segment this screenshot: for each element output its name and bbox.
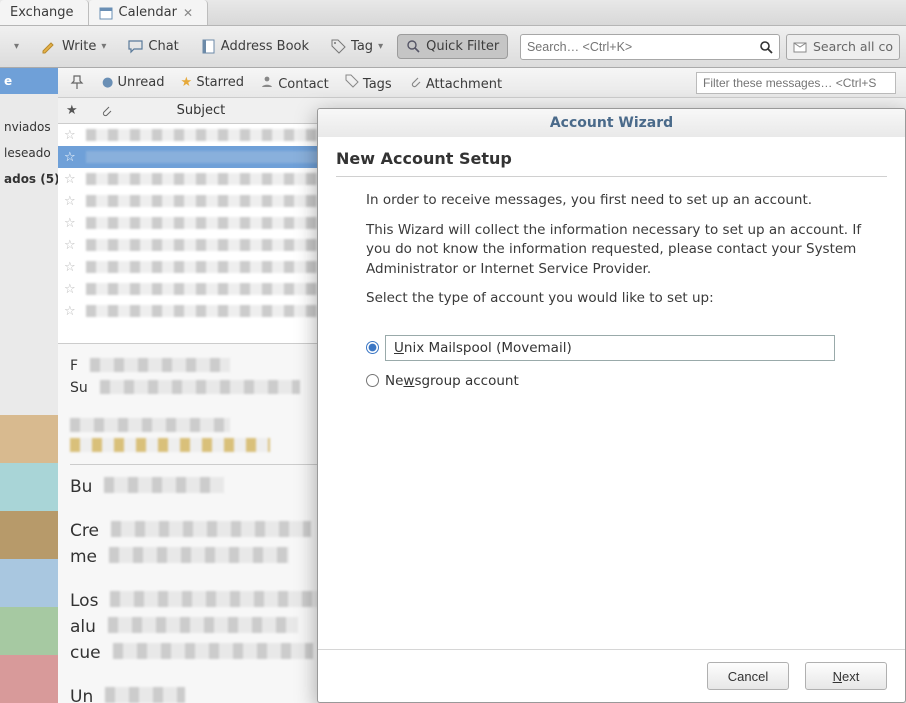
folder-sidebar: e nviados leseado ados (5): [0, 68, 58, 703]
dialog-para-1: In order to receive messages, you first …: [366, 191, 867, 211]
option-unix-mailspool[interactable]: UUnix Mailspool (Movemail)nix Mailspool …: [366, 335, 887, 361]
search-icon[interactable]: [759, 40, 773, 54]
tag-color-green[interactable]: [0, 607, 58, 655]
chat-button[interactable]: Chat: [120, 35, 186, 58]
col-subject[interactable]: Subject: [177, 103, 226, 118]
tab-bar: Exchange Calendar ✕: [0, 0, 906, 26]
account-wizard-dialog: Account Wizard New Account Setup In orde…: [317, 108, 906, 703]
magnifier-icon: [406, 39, 421, 54]
quick-filter-bar: ● Unread ★ Starred Contact Tags: [58, 68, 906, 98]
filter-unread[interactable]: ● Unread: [102, 75, 165, 90]
preview-text: alu: [70, 617, 96, 637]
get-mail-button[interactable]: ▾: [6, 37, 27, 56]
preview-text: Cre: [70, 521, 99, 541]
star-icon: ★: [181, 75, 193, 90]
filter-input[interactable]: [696, 72, 896, 94]
option-unix-label: UUnix Mailspool (Movemail)nix Mailspool …: [385, 335, 835, 361]
pencil-icon: [41, 39, 57, 55]
addressbook-icon: [201, 39, 216, 54]
tab-exchange-label: Exchange: [10, 5, 74, 20]
filter-attachment[interactable]: Attachment: [408, 74, 502, 92]
tab-exchange[interactable]: Exchange: [0, 0, 89, 25]
close-icon[interactable]: ✕: [183, 6, 193, 20]
tag-color-tan[interactable]: [0, 415, 58, 463]
option-newsgroup[interactable]: Newsgroup account: [366, 373, 887, 389]
search-scope-dropdown[interactable]: Search all co: [786, 34, 900, 60]
paperclip-icon: [408, 74, 422, 88]
toolbar: ▾ Write▾ Chat Address Book Tag▾ Quick Fi…: [0, 26, 906, 68]
dialog-para-2: This Wizard will collect the information…: [366, 221, 867, 280]
preview-from-label: F: [70, 358, 78, 374]
search-scope-label: Search all co: [813, 39, 893, 54]
tag-button[interactable]: Tag▾: [323, 35, 391, 58]
filter-contact[interactable]: Contact: [260, 74, 329, 92]
search-input[interactable]: [527, 40, 759, 54]
cancel-button[interactable]: Cancel: [707, 662, 789, 690]
tag-color-brown[interactable]: [0, 511, 58, 559]
write-button[interactable]: Write▾: [33, 35, 114, 59]
folder-deseado[interactable]: leseado: [0, 140, 58, 166]
dialog-para-3: Select the type of account you would lik…: [366, 289, 867, 309]
tag-icon: [331, 39, 346, 54]
write-label: Write: [62, 39, 96, 54]
tag-color-teal[interactable]: [0, 463, 58, 511]
chat-icon: [128, 39, 143, 54]
dialog-title: Account Wizard: [318, 109, 905, 137]
preview-text: Bu: [70, 477, 92, 497]
quickfilter-button[interactable]: Quick Filter: [397, 34, 508, 59]
preview-subject-label: Su: [70, 380, 88, 396]
chat-label: Chat: [148, 39, 178, 54]
tag-color-blue[interactable]: [0, 559, 58, 607]
col-attachment-icon[interactable]: [100, 104, 113, 117]
filter-starred[interactable]: ★ Starred: [181, 75, 245, 90]
folder-inbox[interactable]: e: [0, 68, 58, 94]
contact-icon: [260, 74, 274, 88]
tab-calendar-label: Calendar: [119, 5, 177, 20]
tag-color-red[interactable]: [0, 655, 58, 703]
dialog-footer: Cancel Next: [318, 649, 905, 702]
calendar-icon: [99, 6, 113, 20]
addressbook-button[interactable]: Address Book: [193, 35, 317, 58]
next-button[interactable]: Next: [805, 662, 887, 690]
dialog-section-title: New Account Setup: [336, 145, 887, 177]
tag-colors: [0, 415, 58, 703]
preview-text: Un: [70, 687, 93, 703]
option-newsgroup-label: Newsgroup account: [385, 373, 519, 389]
filter-tags[interactable]: Tags: [345, 74, 392, 92]
quickfilter-label: Quick Filter: [426, 39, 499, 54]
preview-text: cue: [70, 643, 101, 663]
preview-text: Los: [70, 591, 98, 611]
accounts-icon: [793, 40, 807, 54]
col-star-icon[interactable]: ★: [66, 103, 78, 118]
dialog-description: In order to receive messages, you first …: [336, 191, 887, 319]
dot-icon: ●: [102, 75, 113, 90]
radio-newsgroup[interactable]: [366, 374, 379, 387]
search-box[interactable]: [520, 34, 780, 60]
addressbook-label: Address Book: [221, 39, 309, 54]
tag-icon: [345, 74, 359, 88]
tab-calendar[interactable]: Calendar ✕: [89, 0, 209, 25]
account-type-options: UUnix Mailspool (Movemail)nix Mailspool …: [366, 335, 887, 401]
pin-icon[interactable]: [68, 74, 86, 92]
folder-ados[interactable]: ados (5): [0, 166, 58, 192]
tag-label: Tag: [351, 39, 373, 54]
preview-text: me: [70, 547, 97, 567]
folder-enviados[interactable]: nviados: [0, 114, 58, 140]
radio-unix-mailspool[interactable]: [366, 341, 379, 354]
